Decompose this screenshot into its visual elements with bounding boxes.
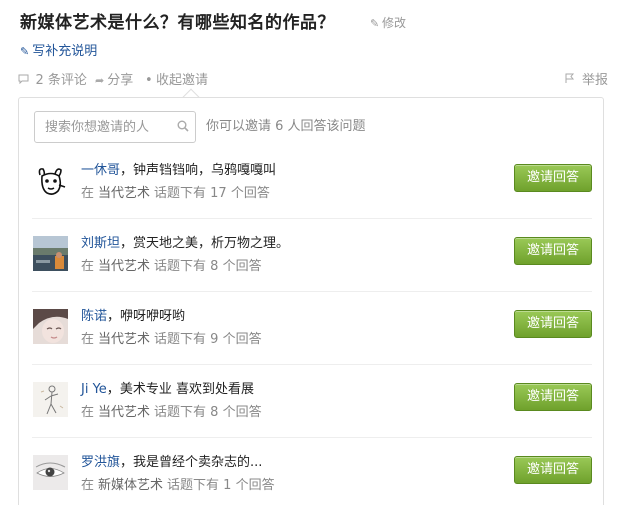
share-label: 分享 [107, 73, 134, 88]
topic-name[interactable]: 当代艺术 [98, 332, 150, 347]
collapse-invite-link[interactable]: 收起邀请 [156, 72, 208, 90]
name-separator: ， [107, 309, 121, 324]
invite-hint: 你可以邀请 6 人回答该问题 [206, 119, 366, 134]
question-header: 新媒体艺术是什么？有哪些知名的作品？ ✎ 修改 [20, 12, 620, 34]
list-item: 罗洪旗，我是曾经个卖杂志的... 在新媒体艺术 话题下有 1 个回答 邀请回答 [32, 438, 592, 505]
topic-stat: 话题下有 9 个回答 [154, 332, 262, 347]
report-link[interactable]: 举报 [564, 72, 608, 90]
topic-stat: 话题下有 1 个回答 [167, 478, 275, 493]
cartoon-dog-avatar-icon [33, 163, 68, 198]
user-name[interactable]: 刘斯坦 [81, 236, 120, 251]
user-name[interactable]: Ji Ye [81, 382, 107, 397]
write-supplement-link[interactable]: ✎ 写补充说明 [20, 43, 97, 61]
user-bio: 美术专业 喜欢到处看展 [119, 382, 254, 397]
comments-label: 2 条评论 [35, 73, 87, 88]
topic-line: 在当代艺术 话题下有 8 个回答 [81, 404, 262, 422]
user-name[interactable]: 陈诺 [81, 309, 107, 324]
list-item: 一休哥，钟声铛铛响，乌鸦嘎嘎叫 在当代艺术 话题下有 17 个回答 邀请回答 [32, 146, 592, 219]
topic-name[interactable]: 当代艺术 [98, 186, 150, 201]
eye-photo-avatar-icon [33, 455, 68, 490]
pencil-icon: ✎ [370, 17, 380, 30]
invite-answer-button[interactable]: 邀请回答 [514, 237, 592, 265]
invite-search-input[interactable] [35, 112, 171, 142]
topic-stat: 话题下有 8 个回答 [154, 259, 262, 274]
search-icon[interactable] [177, 120, 189, 132]
avatar[interactable] [33, 236, 68, 271]
user-bio: 我是曾经个卖杂志的... [133, 455, 263, 470]
user-bio: 钟声铛铛响，乌鸦嘎嘎叫 [133, 163, 277, 178]
invite-answer-button[interactable]: 邀请回答 [514, 383, 592, 411]
topic-prefix: 在 [81, 259, 95, 274]
meta-separator: • [145, 73, 153, 88]
user-bio: 赏天地之美，析万物之理。 [133, 236, 290, 251]
avatar[interactable] [33, 455, 68, 490]
topic-line: 在当代艺术 话题下有 9 个回答 [81, 331, 262, 349]
face-photo-avatar-icon [33, 309, 68, 344]
question-meta-row: 2 条评论 ➦ 分享 • 收起邀请 举报 [18, 72, 608, 90]
name-separator: ， [106, 382, 120, 397]
topic-line: 在当代艺术 话题下有 17 个回答 [81, 185, 270, 203]
topic-line: 在当代艺术 话题下有 8 个回答 [81, 258, 262, 276]
question-title: 新媒体艺术是什么？有哪些知名的作品？ [20, 13, 335, 33]
user-info: 罗洪旗，我是曾经个卖杂志的... [81, 454, 262, 472]
landscape-photo-avatar-icon [33, 236, 68, 271]
topic-prefix: 在 [81, 186, 95, 201]
invite-answer-button[interactable]: 邀请回答 [514, 164, 592, 192]
topic-name[interactable]: 新媒体艺术 [98, 478, 163, 493]
user-info: 陈诺，咿呀咿呀哟 [81, 308, 185, 326]
topic-name[interactable]: 当代艺术 [98, 405, 150, 420]
invite-user-list: 一休哥，钟声铛铛响，乌鸦嘎嘎叫 在当代艺术 话题下有 17 个回答 邀请回答 刘… [32, 146, 592, 505]
invite-panel: 你可以邀请 6 人回答该问题 一休哥，钟声铛铛响，乌鸦嘎嘎叫 [18, 97, 604, 505]
avatar[interactable] [33, 382, 68, 417]
user-info: Ji Ye，美术专业 喜欢到处看展 [81, 381, 254, 399]
topic-line: 在新媒体艺术 话题下有 1 个回答 [81, 477, 275, 495]
collapse-invite-label: 收起邀请 [156, 73, 209, 88]
list-item: 刘斯坦，赏天地之美，析万物之理。 在当代艺术 话题下有 8 个回答 邀请回答 [32, 219, 592, 292]
share-link[interactable]: ➦ 分享 [95, 72, 133, 90]
user-bio: 咿呀咿呀哟 [120, 309, 186, 324]
user-info: 刘斯坦，赏天地之美，析万物之理。 [81, 235, 289, 253]
comments-link[interactable]: 2 条评论 [18, 72, 87, 90]
invite-answer-button[interactable]: 邀请回答 [514, 310, 592, 338]
user-name[interactable]: 罗洪旗 [81, 455, 120, 470]
pencil-icon: ✎ [20, 45, 30, 58]
name-separator: ， [120, 236, 134, 251]
share-icon: ➦ [95, 74, 105, 87]
topic-prefix: 在 [81, 478, 95, 493]
comment-icon [18, 74, 33, 87]
topic-name[interactable]: 当代艺术 [98, 259, 150, 274]
avatar[interactable] [33, 163, 68, 198]
name-separator: ， [120, 163, 134, 178]
sketch-figure-avatar-icon [33, 382, 68, 417]
list-item: Ji Ye，美术专业 喜欢到处看展 在当代艺术 话题下有 8 个回答 邀请回答 [32, 365, 592, 438]
edit-label: 修改 [382, 16, 407, 30]
user-info: 一休哥，钟声铛铛响，乌鸦嘎嘎叫 [81, 162, 276, 180]
user-name[interactable]: 一休哥 [81, 163, 120, 178]
topic-prefix: 在 [81, 405, 95, 420]
topic-stat: 话题下有 8 个回答 [154, 405, 262, 420]
flag-icon [564, 73, 579, 87]
avatar[interactable] [33, 309, 68, 344]
invite-search-box [34, 111, 196, 143]
list-item: 陈诺，咿呀咿呀哟 在当代艺术 话题下有 9 个回答 邀请回答 [32, 292, 592, 365]
edit-question-link[interactable]: ✎ 修改 [370, 15, 406, 32]
name-separator: ， [120, 455, 134, 470]
invite-answer-button[interactable]: 邀请回答 [514, 456, 592, 484]
topic-prefix: 在 [81, 332, 95, 347]
topic-stat: 话题下有 17 个回答 [154, 186, 270, 201]
supplement-label: 写补充说明 [32, 44, 98, 59]
report-label: 举报 [581, 73, 608, 88]
